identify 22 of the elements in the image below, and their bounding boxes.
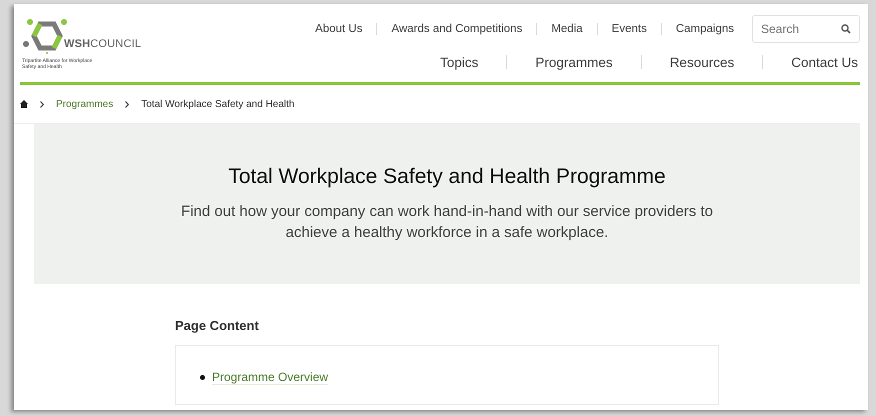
breadcrumb-current: Total Workplace Safety and Health: [141, 98, 294, 110]
nav-link[interactable]: Events: [598, 23, 661, 35]
bullet-icon: [200, 375, 205, 380]
page-title: Total Workplace Safety and Health Programme: [228, 165, 666, 189]
nav-link[interactable]: Topics: [412, 54, 506, 70]
nav-link[interactable]: About Us: [301, 23, 376, 35]
breadcrumb-link[interactable]: Programmes: [56, 98, 114, 110]
nav-link[interactable]: Media: [537, 23, 597, 35]
content-link[interactable]: Programme Overview: [212, 370, 328, 385]
nav-link[interactable]: Awards and Competitions: [377, 23, 536, 35]
nav-link[interactable]: Resources: [642, 54, 762, 70]
nav-link[interactable]: Programmes: [507, 54, 641, 70]
search-icon[interactable]: [841, 24, 851, 34]
home-icon[interactable]: [20, 100, 28, 108]
section-heading: Page Content: [175, 318, 260, 333]
nav-link[interactable]: Campaigns: [662, 23, 748, 35]
search-field[interactable]: Search: [752, 15, 860, 43]
chevron-icon: [125, 100, 130, 108]
page-subtitle: Find out how your company can work hand-in-hand with our service providers to achieve a healthy workforce in a safe workplace.: [180, 202, 714, 243]
chevron-icon: [40, 100, 44, 108]
logo-wordmark[interactable]: WSHCOUNCIL: [64, 38, 142, 50]
nav-link[interactable]: Contact Us: [763, 54, 858, 70]
